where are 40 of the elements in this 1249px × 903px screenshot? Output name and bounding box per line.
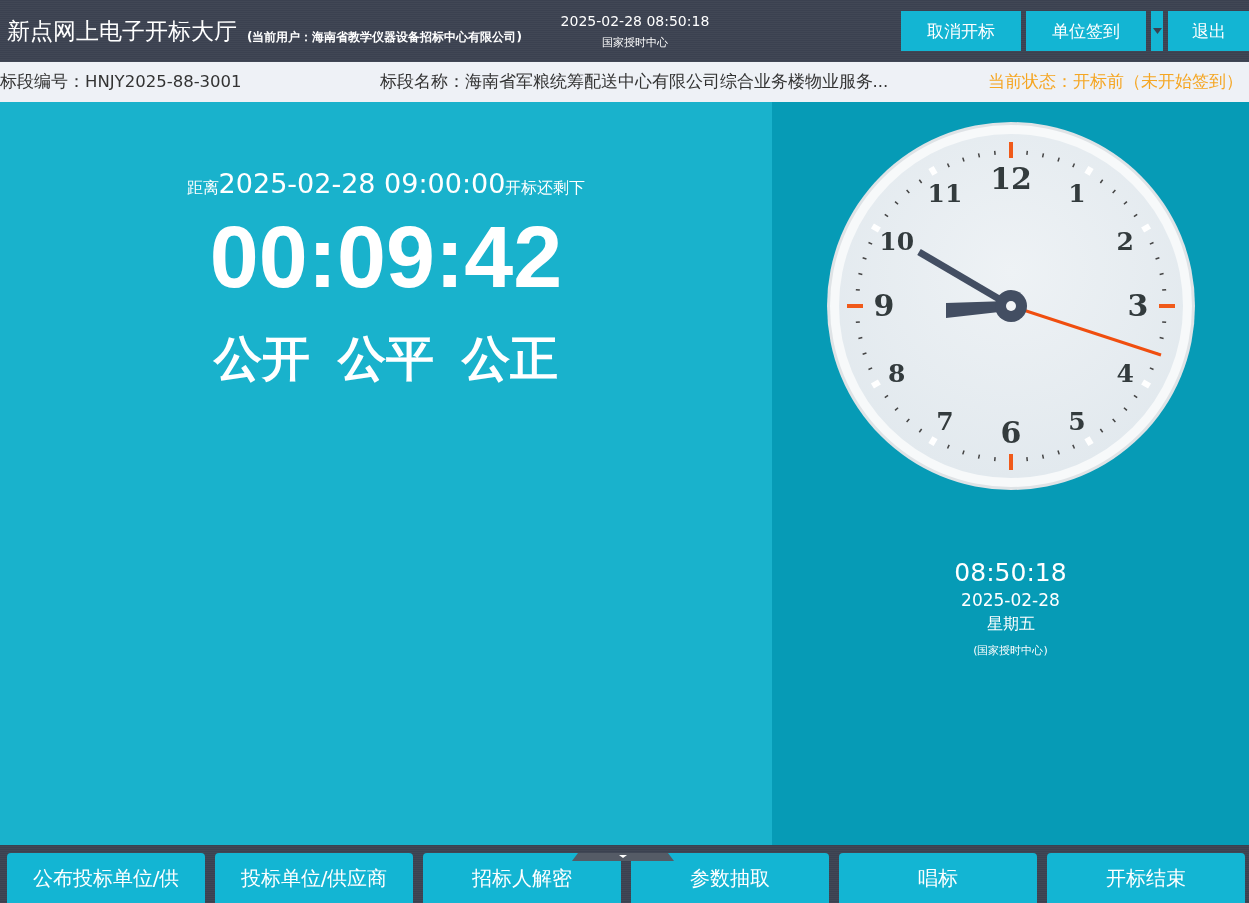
clock-numeral: 5 bbox=[1067, 407, 1086, 437]
motto-text: 公正 bbox=[462, 329, 558, 388]
dropdown-button[interactable] bbox=[1151, 11, 1163, 51]
clock-numeral: 2 bbox=[1116, 227, 1134, 256]
step-button[interactable]: 参数抽取 bbox=[631, 853, 829, 903]
motto-text: 公开 bbox=[214, 329, 310, 388]
countdown-caption: 距离2025-02-28 09:00:00开标还剩下 bbox=[186, 168, 586, 199]
clock-numeral: 3 bbox=[1127, 288, 1148, 323]
clock-numeral: 1 bbox=[1067, 178, 1086, 208]
header-button[interactable]: 退出 bbox=[1168, 11, 1249, 51]
time-source-note: (国家授时中心) bbox=[973, 643, 1048, 658]
server-datetime: 2025-02-28 08:50:18 bbox=[560, 12, 710, 29]
digital-time: 08:50:18 bbox=[954, 558, 1067, 587]
clock-numeral: 11 bbox=[927, 178, 962, 208]
step-button[interactable]: 唱标 bbox=[839, 853, 1037, 903]
header-button[interactable]: 取消开标 bbox=[901, 11, 1021, 51]
section-number: 标段编号：HNJY2025-88-3001 bbox=[0, 71, 242, 93]
step-button[interactable]: 开标结束 bbox=[1047, 853, 1245, 903]
step-button[interactable]: 投标单位/供应商 bbox=[215, 853, 413, 903]
clock-numeral: 9 bbox=[873, 288, 894, 323]
weekday: 星期五 bbox=[986, 614, 1035, 635]
step-button[interactable]: 公布投标单位/供 bbox=[7, 853, 205, 903]
current-user: (当前用户：海南省教学仪器设备招标中心有限公司) bbox=[247, 28, 522, 46]
collapse-handle[interactable] bbox=[572, 853, 674, 861]
time-source: 国家授时中心 bbox=[601, 34, 668, 50]
clock-numeral: 6 bbox=[1000, 415, 1021, 450]
header-button[interactable]: 单位签到 bbox=[1026, 11, 1146, 51]
caret-icon bbox=[1152, 28, 1162, 34]
countdown-timer: 00:09:42 bbox=[209, 213, 563, 301]
clock-numeral: 7 bbox=[935, 407, 954, 437]
clock-date: 2025-02-28 bbox=[961, 590, 1060, 610]
app-title: 新点网上电子开标大厅 bbox=[7, 16, 237, 46]
clock-numeral: 12 bbox=[989, 161, 1032, 196]
motto-text: 公平 bbox=[338, 329, 434, 388]
clock-numeral: 10 bbox=[878, 227, 914, 256]
clock-numeral: 8 bbox=[887, 359, 905, 388]
clock-numeral: 4 bbox=[1116, 359, 1134, 388]
current-status: 当前状态：开标前（未开始签到） bbox=[988, 71, 1244, 93]
section-name: 标段名称：海南省军粮统筹配送中心有限公司综合业务楼物业服务... bbox=[379, 71, 889, 93]
step-button[interactable]: 招标人解密 bbox=[423, 853, 621, 903]
